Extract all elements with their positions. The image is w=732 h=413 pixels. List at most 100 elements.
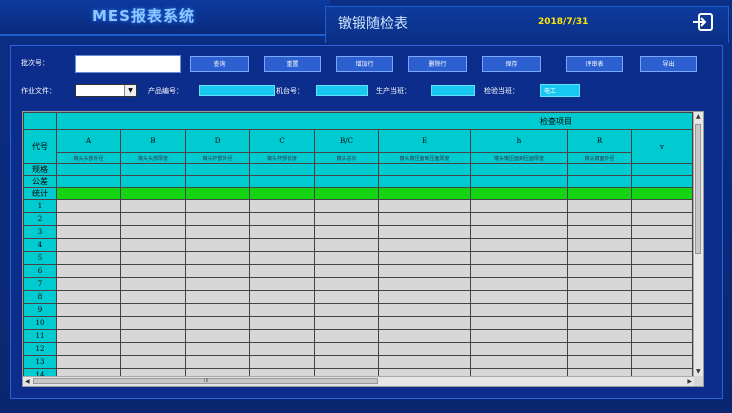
grid-cell[interactable] [185,342,250,356]
grid-cell[interactable] [120,316,186,330]
export-button[interactable]: 导出 [640,56,697,72]
delete-row-button[interactable]: 删除行 [408,56,467,72]
grid-cell[interactable] [631,238,693,252]
horizontal-scroll-thumb[interactable]: III [33,378,378,384]
grid-cell[interactable] [567,355,632,369]
query-button[interactable]: 查询 [190,56,249,72]
grid-cell[interactable] [314,251,379,265]
grid-cell[interactable] [567,238,632,252]
grid-cell[interactable] [249,355,315,369]
grid-cell[interactable] [185,355,250,369]
grid-cell[interactable] [631,163,693,176]
grid-cell[interactable] [185,264,250,278]
grid-cell[interactable] [378,290,471,304]
grid-cell[interactable] [314,277,379,291]
grid-cell[interactable] [567,175,632,188]
grid-cell[interactable] [378,251,471,265]
grid-cell[interactable] [314,238,379,252]
grid-cell[interactable] [631,277,693,291]
grid-cell[interactable] [378,316,471,330]
grid-cell[interactable] [120,251,186,265]
grid-cell[interactable] [567,342,632,356]
grid-cell[interactable] [185,251,250,265]
grid-cell[interactable] [120,264,186,278]
grid-cell[interactable] [470,163,568,176]
grid-cell[interactable] [185,199,250,213]
grid-cell[interactable] [567,187,632,200]
grid-cell[interactable] [249,175,315,188]
grid-cell[interactable] [185,163,250,176]
grid-cell[interactable] [185,290,250,304]
grid-cell[interactable] [567,225,632,239]
reset-button[interactable]: 重置 [264,56,321,72]
scroll-down-icon[interactable]: ▼ [696,368,701,375]
grid-cell[interactable] [56,329,121,343]
grid-cell[interactable] [56,355,121,369]
grid-cell[interactable] [470,264,568,278]
work-doc-select[interactable]: ▼ [75,84,137,97]
grid-cell[interactable] [249,316,315,330]
grid-cell[interactable] [378,264,471,278]
grid-cell[interactable] [567,199,632,213]
grid-cell[interactable] [631,187,693,200]
grid-cell[interactable] [314,264,379,278]
review-button[interactable]: 评审表 [566,56,623,72]
grid-cell[interactable] [249,264,315,278]
grid-cell[interactable] [567,212,632,226]
grid-cell[interactable] [185,316,250,330]
grid-cell[interactable] [185,187,250,200]
grid-cell[interactable] [314,316,379,330]
grid-cell[interactable] [631,303,693,317]
grid-cell[interactable] [378,329,471,343]
grid-cell[interactable] [120,342,186,356]
grid-cell[interactable] [378,342,471,356]
grid-cell[interactable] [185,225,250,239]
grid-cell[interactable] [470,355,568,369]
grid-cell[interactable] [185,212,250,226]
grid-cell[interactable] [631,199,693,213]
chevron-down-icon[interactable]: ▼ [124,85,136,96]
grid-cell[interactable] [567,251,632,265]
grid-cell[interactable] [249,342,315,356]
grid-cell[interactable] [631,290,693,304]
grid-cell[interactable] [56,212,121,226]
grid-cell[interactable] [378,225,471,239]
grid-cell[interactable] [378,187,471,200]
vertical-scrollbar[interactable]: ▲ ▼ [693,112,703,376]
batch-input[interactable] [75,55,181,73]
grid-cell[interactable] [314,199,379,213]
grid-cell[interactable] [120,187,186,200]
grid-cell[interactable] [56,303,121,317]
grid-cell[interactable] [470,277,568,291]
grid-cell[interactable] [249,238,315,252]
grid-cell[interactable] [56,316,121,330]
grid-cell[interactable] [631,329,693,343]
grid-cell[interactable] [631,342,693,356]
save-button[interactable]: 保存 [482,56,541,72]
grid-cell[interactable] [56,225,121,239]
grid-cell[interactable] [56,264,121,278]
grid-cell[interactable] [631,175,693,188]
grid-cell[interactable] [120,175,186,188]
grid-cell[interactable] [120,199,186,213]
grid-cell[interactable] [567,290,632,304]
grid-cell[interactable] [56,163,121,176]
grid-cell[interactable] [314,329,379,343]
grid-cell[interactable] [567,264,632,278]
grid-cell[interactable] [567,277,632,291]
grid-cell[interactable] [470,290,568,304]
vertical-scroll-thumb[interactable] [695,124,701,254]
grid-cell[interactable] [249,251,315,265]
grid-cell[interactable] [249,187,315,200]
grid-cell[interactable] [120,238,186,252]
grid-cell[interactable] [567,303,632,317]
grid-cell[interactable] [378,238,471,252]
grid-cell[interactable] [249,225,315,239]
grid-cell[interactable] [314,163,379,176]
grid-cell[interactable] [631,225,693,239]
grid-cell[interactable] [120,212,186,226]
grid-cell[interactable] [56,175,121,188]
add-row-button[interactable]: 增加行 [336,56,393,72]
scroll-right-icon[interactable]: ▶ [687,378,692,385]
grid-cell[interactable] [378,212,471,226]
